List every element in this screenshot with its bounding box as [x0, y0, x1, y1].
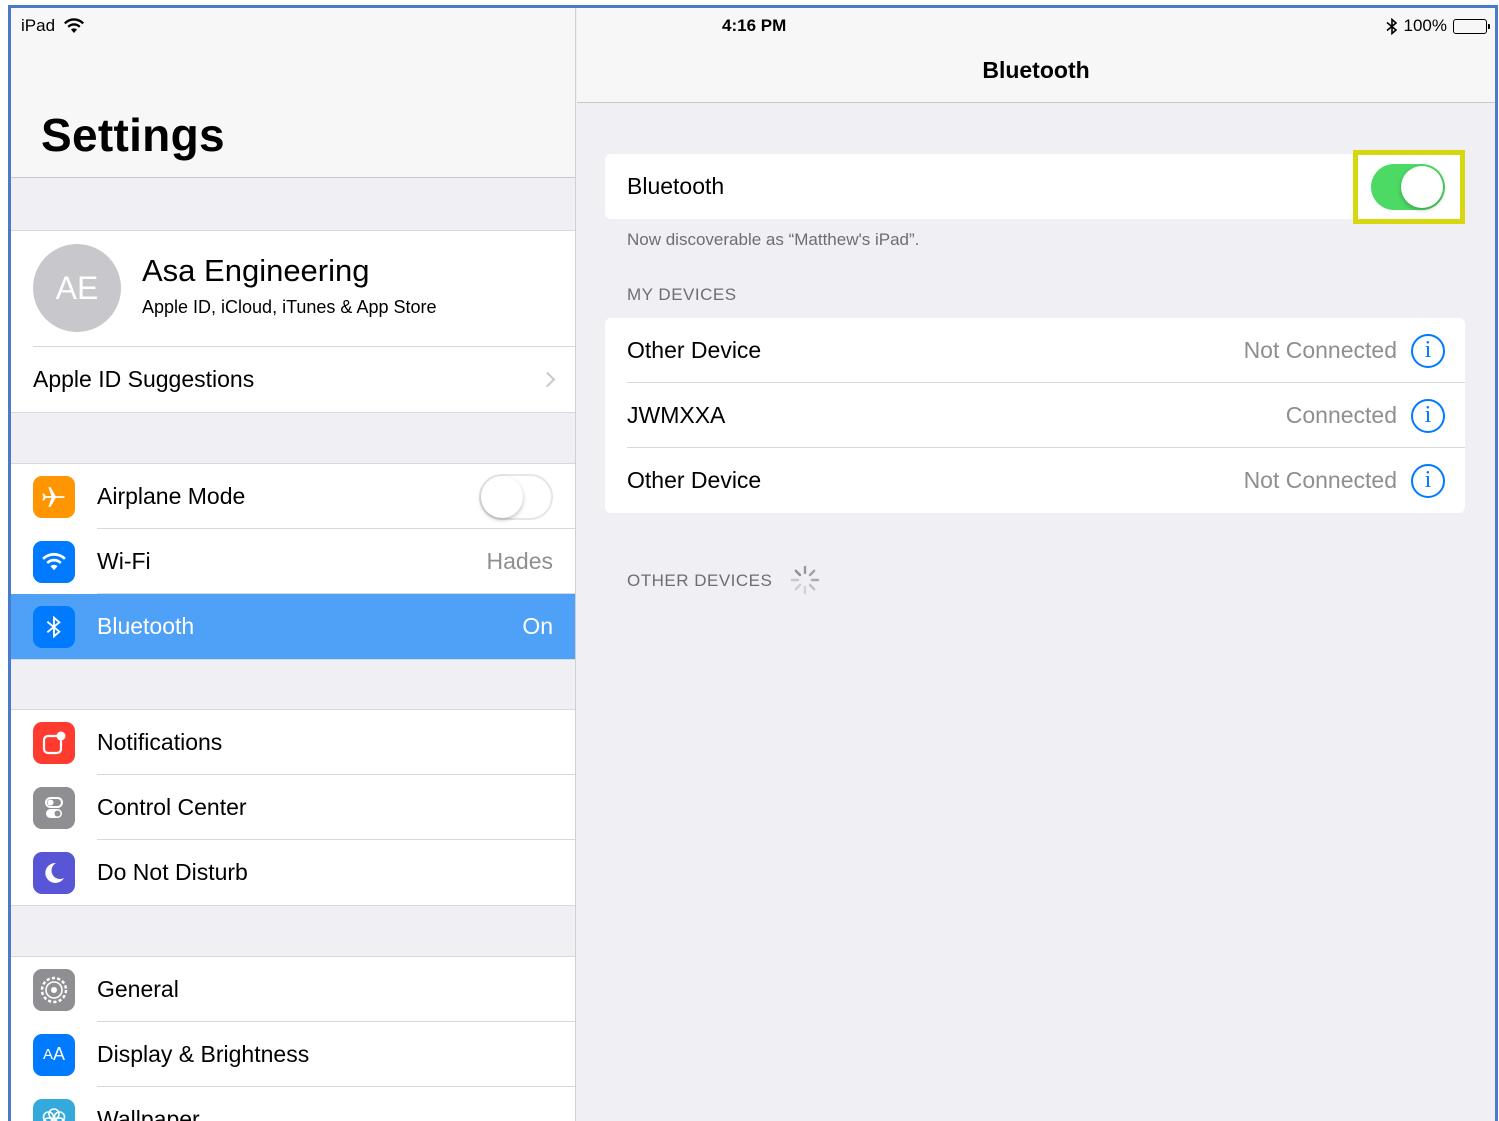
sidebar-item-label: Bluetooth — [97, 613, 195, 639]
wallpaper-icon — [33, 1098, 75, 1121]
sidebar-item-wallpaper[interactable]: Wallpaper — [11, 1087, 575, 1121]
sidebar-item-do-not-disturb[interactable]: Do Not Disturb — [11, 840, 575, 905]
sidebar-item-general[interactable]: General — [11, 957, 575, 1022]
connectivity-group: Airplane Mode Wi-Fi Hades Bluetooth On — [11, 463, 575, 660]
device-status: Connected — [1285, 402, 1397, 428]
detail-title: Bluetooth — [982, 57, 1090, 83]
bluetooth-toggle-highlight — [1353, 150, 1465, 224]
sidebar-item-wifi[interactable]: Wi-Fi Hades — [11, 529, 575, 594]
bluetooth-icon — [1386, 17, 1397, 35]
display-icon: AA — [33, 1033, 75, 1076]
loading-spinner-icon — [790, 565, 820, 595]
sidebar-item-notifications[interactable]: Notifications — [11, 710, 575, 775]
info-icon[interactable]: i — [1411, 333, 1445, 368]
profile-subtitle: Apple ID, iCloud, iTunes & App Store — [142, 297, 437, 317]
profile-name: Asa Engineering — [142, 253, 370, 288]
avatar: AE — [33, 244, 121, 332]
wifi-network-value: Hades — [486, 548, 553, 574]
device-name: Other Device — [627, 337, 762, 363]
airplane-icon — [33, 475, 75, 518]
sidebar-item-label: Wallpaper — [97, 1106, 200, 1121]
device-name: iPad — [21, 16, 56, 35]
bluetooth-detail-pane: Bluetooth Bluetooth Now discoverable as … — [577, 8, 1495, 1121]
sidebar-item-label: General — [97, 976, 179, 1002]
device-status: Not Connected — [1243, 467, 1397, 493]
sidebar-item-bluetooth[interactable]: Bluetooth On — [11, 594, 575, 659]
apple-id-row[interactable]: AE Asa Engineering Apple ID, iCloud, iTu… — [11, 231, 575, 347]
device-name: JWMXXA — [627, 402, 726, 428]
apple-id-suggestions-row[interactable]: Apple ID Suggestions — [11, 347, 575, 412]
bluetooth-icon — [33, 605, 75, 648]
my-devices-header: MY DEVICES — [627, 285, 737, 304]
info-icon[interactable]: i — [1411, 398, 1445, 433]
battery-icon — [1453, 18, 1490, 34]
general-group: General AA Display & Brightness Wallpape… — [11, 956, 575, 1121]
page-title: Settings — [41, 109, 225, 161]
settings-sidebar: Settings AE Asa Engineering Apple ID, iC… — [11, 8, 576, 1121]
device-name: Other Device — [627, 467, 762, 493]
bluetooth-toggle-label: Bluetooth — [627, 173, 725, 199]
bluetooth-state-value: On — [522, 613, 553, 639]
my-devices-list: Other Device Not Connected i JWMXXA Conn… — [605, 318, 1465, 513]
device-row[interactable]: Other Device Not Connected i — [605, 318, 1465, 383]
airplane-mode-toggle[interactable] — [479, 473, 553, 520]
ipad-screen: iPad 4:16 PM 100% Settings AE Asa Engine… — [8, 5, 1498, 1121]
sidebar-item-label: Do Not Disturb — [97, 859, 248, 885]
device-status: Not Connected — [1243, 337, 1397, 363]
device-row[interactable]: Other Device Not Connected i — [605, 448, 1465, 513]
alerts-group: Notifications Control Center Do Not Dist… — [11, 709, 575, 906]
sidebar-item-label: Display & Brightness — [97, 1041, 310, 1067]
notifications-icon — [33, 721, 75, 764]
sidebar-item-label: Notifications — [97, 729, 223, 755]
gear-icon — [33, 968, 75, 1011]
wifi-icon — [64, 18, 85, 33]
other-devices-header: OTHER DEVICES — [627, 571, 773, 590]
control-center-icon — [33, 786, 75, 829]
discoverable-note: Now discoverable as “Matthew's iPad”. — [627, 230, 920, 249]
sidebar-item-control-center[interactable]: Control Center — [11, 775, 575, 840]
apple-id-suggestions-label: Apple ID Suggestions — [33, 366, 255, 392]
status-bar: iPad 4:16 PM 100% — [11, 8, 1495, 44]
sidebar-item-airplane-mode[interactable]: Airplane Mode — [11, 464, 575, 529]
bluetooth-toggle-row: Bluetooth — [605, 154, 1465, 219]
account-group: AE Asa Engineering Apple ID, iCloud, iTu… — [11, 230, 575, 413]
moon-icon — [33, 851, 75, 894]
bluetooth-toggle-card: Bluetooth — [605, 154, 1465, 219]
sidebar-item-label: Control Center — [97, 794, 247, 820]
wifi-icon — [33, 540, 75, 583]
chevron-right-icon — [539, 371, 556, 388]
battery-percentage: 100% — [1403, 16, 1447, 35]
clock: 4:16 PM — [722, 16, 787, 35]
sidebar-item-label: Wi-Fi — [97, 548, 151, 574]
info-icon[interactable]: i — [1411, 463, 1445, 498]
sidebar-item-label: Airplane Mode — [97, 483, 246, 509]
sidebar-item-display-brightness[interactable]: AA Display & Brightness — [11, 1022, 575, 1087]
device-row[interactable]: JWMXXA Connected i — [605, 383, 1465, 448]
